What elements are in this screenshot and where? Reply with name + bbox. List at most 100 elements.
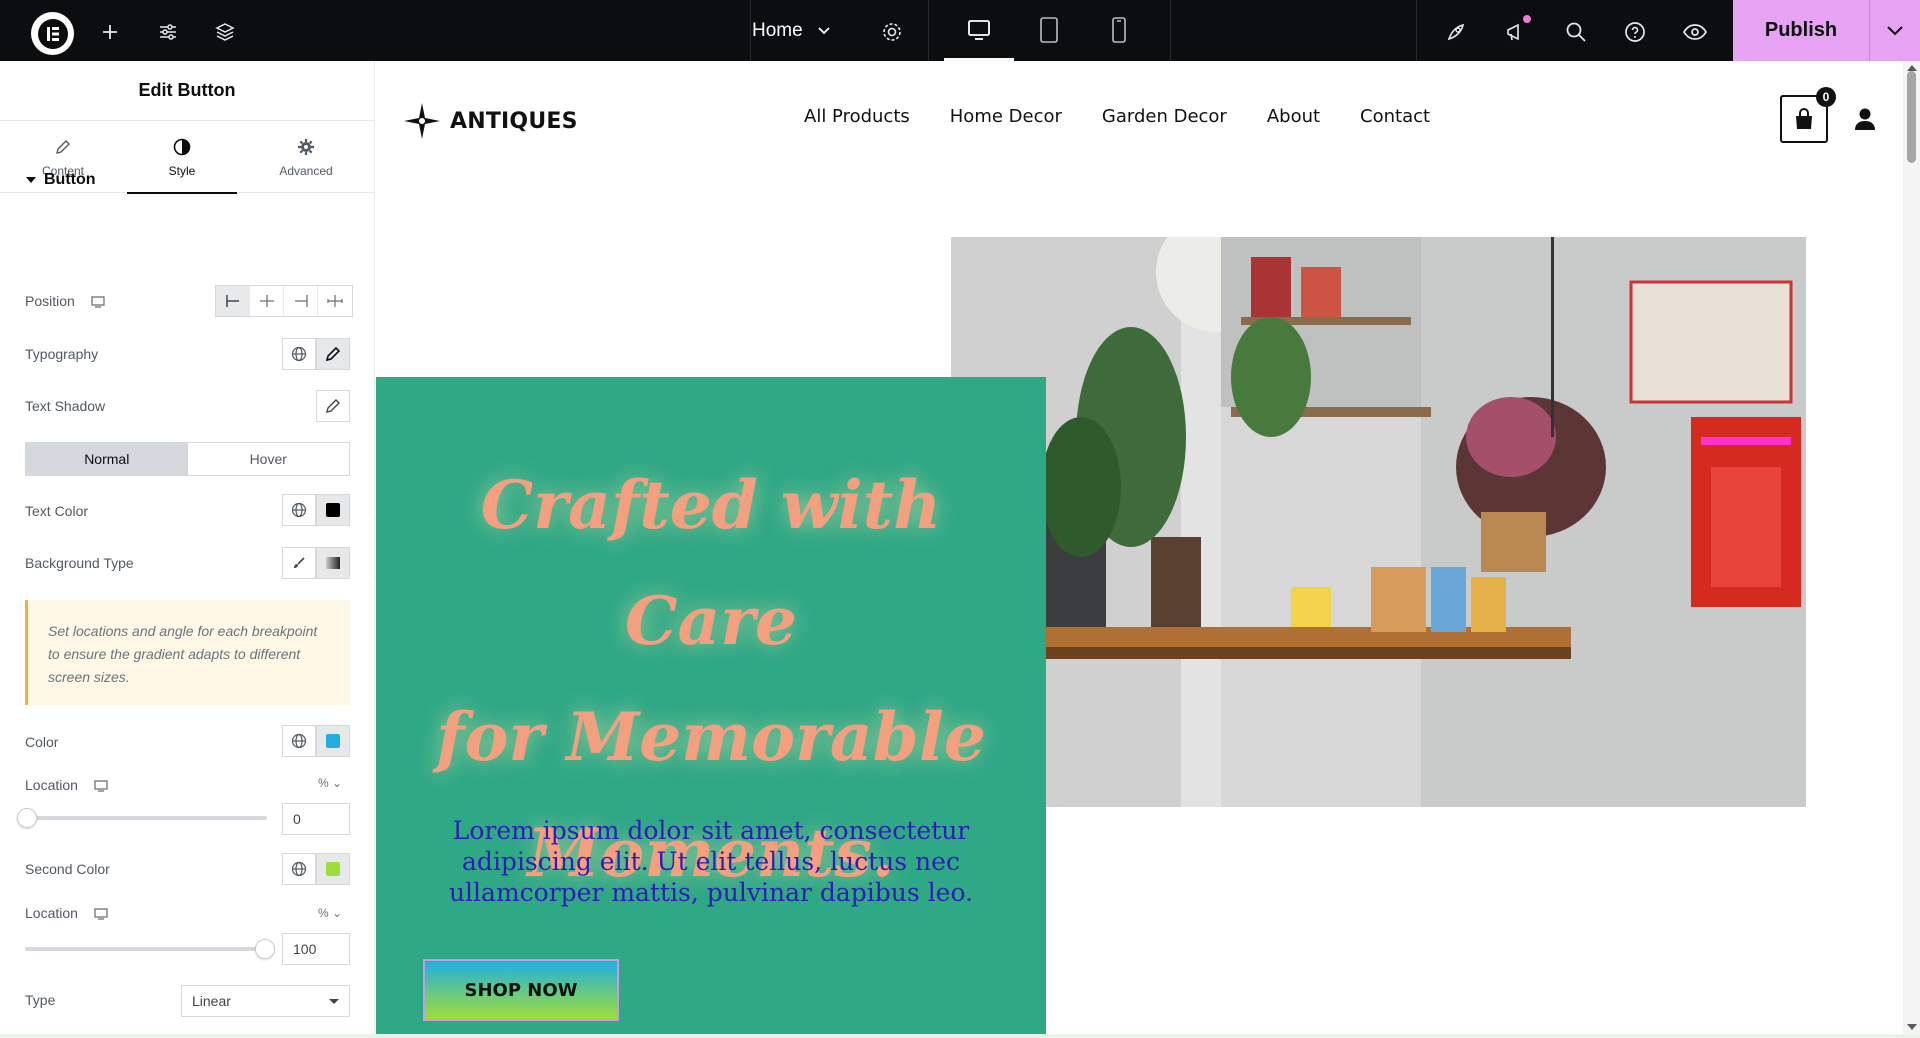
background-type-label: Background Type (25, 555, 134, 571)
preview-icon[interactable] (1682, 19, 1708, 45)
publish-options-button[interactable] (1869, 0, 1920, 61)
contrast-icon (173, 136, 191, 158)
pencil-icon (326, 399, 340, 413)
location-2-input[interactable] (282, 933, 350, 965)
text-color-picker[interactable] (316, 494, 350, 526)
status-strip (0, 1034, 1920, 1038)
location-slider-handle[interactable] (17, 808, 37, 828)
panel-title: Edit Button (0, 61, 374, 121)
tab-label: Advanced (279, 164, 333, 178)
editor-top-bar: Home Publish (0, 0, 1920, 61)
shop-now-button[interactable]: SHOP NOW (423, 959, 619, 1021)
page-name: Home (752, 19, 803, 41)
globe-icon (291, 861, 307, 877)
text-shadow-edit-button[interactable] (316, 390, 350, 422)
desktop-icon[interactable] (94, 908, 108, 920)
scrollbar-thumb[interactable] (1907, 71, 1916, 163)
color-label: Color (25, 734, 59, 750)
nav-all-products[interactable]: All Products (804, 106, 910, 127)
state-hover-tab[interactable]: Hover (188, 443, 350, 475)
color-swatch (326, 503, 340, 517)
preview-scrollbar[interactable] (1903, 61, 1920, 1034)
cart-button[interactable]: 0 (1780, 87, 1836, 143)
location-2-unit-selector[interactable]: % ⌄ (318, 906, 342, 920)
chevron-down-icon (818, 26, 830, 34)
site-preview: ANTIQUES All Products Home Decor Garden … (376, 61, 1903, 1034)
tab-advanced[interactable]: Advanced (251, 121, 361, 193)
background-gradient-button[interactable] (316, 547, 350, 579)
location-2-label: Location (25, 905, 108, 921)
tablet-icon[interactable] (1036, 17, 1062, 43)
publish-button[interactable]: Publish (1733, 0, 1869, 61)
user-icon[interactable] (1854, 107, 1876, 136)
pencil-icon (55, 136, 71, 158)
desktop-icon[interactable] (94, 780, 108, 792)
tab-style[interactable]: Style (127, 121, 237, 194)
position-label: Position (25, 293, 105, 309)
caret-down-icon (329, 998, 339, 1004)
site-logo[interactable]: ANTIQUES (402, 101, 578, 141)
brush-icon (294, 557, 305, 568)
desktop-icon[interactable] (91, 296, 105, 308)
align-stretch-button[interactable] (318, 286, 352, 316)
gradient-icon (326, 557, 340, 569)
help-icon[interactable] (1622, 19, 1648, 45)
notification-dot (1523, 15, 1531, 23)
nav-contact[interactable]: Contact (1360, 106, 1430, 127)
typography-global-button[interactable] (282, 338, 316, 370)
globe-icon (291, 346, 307, 362)
color-global-button[interactable] (282, 725, 316, 757)
launch-icon[interactable] (1443, 19, 1469, 45)
scroll-down-icon[interactable] (1907, 1024, 1917, 1030)
state-normal-tab[interactable]: Normal (26, 443, 188, 475)
location-input[interactable] (282, 803, 350, 835)
nav-home-decor[interactable]: Home Decor (950, 106, 1062, 127)
color-picker[interactable] (316, 725, 350, 757)
background-classic-button[interactable] (282, 547, 316, 579)
second-color-picker[interactable] (316, 853, 350, 885)
location-slider-track[interactable] (25, 816, 267, 820)
typography-edit-button[interactable] (316, 338, 350, 370)
location-unit-selector[interactable]: % ⌄ (318, 776, 342, 790)
location-2-slider-track[interactable] (25, 947, 267, 951)
align-center-icon (259, 295, 274, 307)
color-swatch (326, 862, 340, 876)
shopping-bag-icon (1796, 108, 1812, 129)
hero-card: Crafted with Care for Memorable Moments.… (376, 377, 1046, 1034)
hero-image (951, 237, 1806, 807)
color-swatch (326, 734, 340, 748)
desktop-icon[interactable] (966, 17, 992, 43)
second-color-global-button[interactable] (282, 853, 316, 885)
typography-label: Typography (25, 346, 99, 362)
globe-icon (291, 733, 307, 749)
state-tabs: Normal Hover (25, 442, 350, 476)
align-center-button[interactable] (250, 286, 284, 316)
align-end-icon (294, 295, 308, 307)
structure-icon[interactable] (213, 20, 237, 44)
page-selector[interactable]: Home (752, 0, 890, 61)
nav-garden-decor[interactable]: Garden Decor (1102, 106, 1227, 127)
hero-paragraph: Lorem ipsum dolor sit amet, consectetur … (448, 816, 974, 907)
mobile-icon[interactable] (1106, 17, 1132, 43)
search-icon[interactable] (1563, 19, 1589, 45)
page-settings-icon[interactable] (880, 20, 904, 44)
align-start-icon (225, 295, 239, 307)
add-icon[interactable] (98, 20, 122, 44)
align-right-button[interactable] (284, 286, 318, 316)
gear-icon (297, 136, 315, 158)
nav-about[interactable]: About (1267, 106, 1320, 127)
section-button-toggle[interactable]: Button (26, 171, 96, 189)
location-label: Location (25, 777, 108, 793)
text-color-global-button[interactable] (282, 494, 316, 526)
text-color-label: Text Color (25, 503, 89, 519)
location-2-slider-handle[interactable] (255, 939, 275, 959)
align-stretch-icon (327, 295, 343, 307)
align-left-button[interactable] (216, 286, 250, 316)
elementor-logo-icon[interactable] (31, 12, 74, 55)
site-settings-icon[interactable] (156, 20, 180, 44)
gradient-type-select[interactable]: Linear (181, 985, 350, 1017)
pencil-icon (325, 346, 341, 362)
chevron-down-icon (1887, 25, 1903, 35)
second-color-label: Second Color (25, 861, 110, 877)
cart-count-badge: 0 (1816, 87, 1836, 107)
